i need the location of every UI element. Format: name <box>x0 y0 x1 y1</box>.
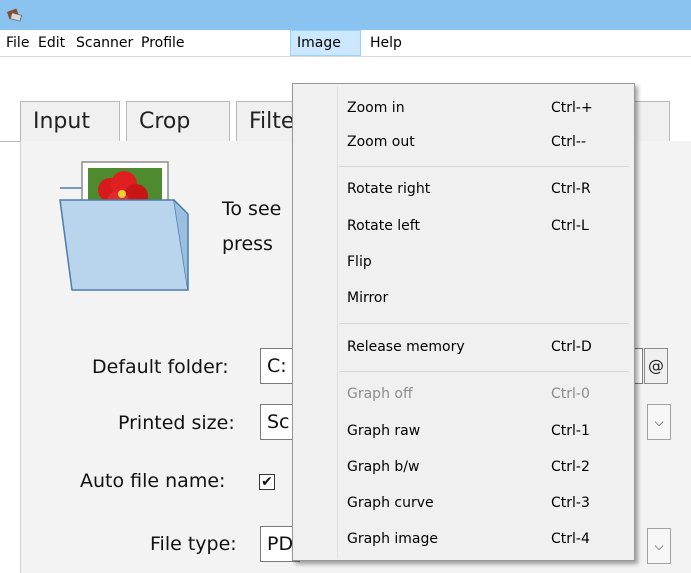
menu-item-label: Flip <box>347 254 372 270</box>
chevron-down-icon: ⌵ <box>654 539 664 553</box>
menu-graph-image[interactable]: Graph image Ctrl-4 <box>295 522 632 556</box>
folder-at-button[interactable]: @ <box>644 348 668 384</box>
menu-item-shortcut: Ctrl-L <box>551 218 589 234</box>
menu-mirror[interactable]: Mirror <box>295 281 632 315</box>
chevron-down-icon: ⌵ <box>654 415 664 429</box>
menu-item-shortcut: Ctrl-4 <box>551 531 590 547</box>
tab-input[interactable]: Input <box>20 101 120 141</box>
app-icon <box>6 8 23 22</box>
menu-file[interactable]: File <box>0 30 35 56</box>
file-type-dropdown-button[interactable]: ⌵ <box>647 528 671 564</box>
menu-separator <box>339 166 629 167</box>
menu-rotate-right[interactable]: Rotate right Ctrl-R <box>295 172 632 206</box>
file-type-label: File type: <box>150 533 237 555</box>
menu-item-shortcut: Ctrl-3 <box>551 495 590 511</box>
menu-item-label: Graph raw <box>347 423 421 439</box>
default-folder-label: Default folder: <box>92 356 229 378</box>
menu-image[interactable]: Image <box>290 30 361 56</box>
menu-item-shortcut: Ctrl-- <box>551 134 587 150</box>
menu-item-label: Release memory <box>347 339 465 355</box>
menu-item-label: Zoom out <box>347 134 415 150</box>
intro-text: To see press <box>222 198 282 255</box>
menu-item-label: Rotate left <box>347 218 420 234</box>
menu-bar: File Edit Scanner Profile Image Help <box>0 30 691 57</box>
menu-zoom-out[interactable]: Zoom out Ctrl-- <box>295 125 632 159</box>
menu-profile[interactable]: Profile <box>135 30 191 56</box>
menu-help[interactable]: Help <box>364 30 408 56</box>
menu-item-shortcut: Ctrl-0 <box>551 386 590 402</box>
menu-separator <box>339 371 629 372</box>
tab-crop[interactable]: Crop <box>126 101 230 141</box>
auto-file-name-label: Auto file name: <box>80 470 226 492</box>
tab-hidden[interactable] <box>630 101 670 141</box>
menu-graph-curve[interactable]: Graph curve Ctrl-3 <box>295 486 632 520</box>
menu-item-label: Rotate right <box>347 181 431 197</box>
menu-item-label: Zoom in <box>347 100 405 116</box>
menu-item-shortcut: Ctrl-D <box>551 339 592 355</box>
menu-separator <box>339 323 629 324</box>
menu-item-shortcut: Ctrl-1 <box>551 423 590 439</box>
auto-file-name-checkbox[interactable]: ✔ <box>259 474 275 490</box>
menu-item-label: Mirror <box>347 290 389 306</box>
menu-item-label: Graph off <box>347 386 413 402</box>
folder-photo-icon <box>59 161 189 291</box>
menu-item-shortcut: Ctrl-+ <box>551 100 593 116</box>
title-bar[interactable] <box>0 0 691 31</box>
menu-graph-off[interactable]: Graph off Ctrl-0 <box>295 377 632 411</box>
menu-flip[interactable]: Flip <box>295 245 632 279</box>
menu-release-memory[interactable]: Release memory Ctrl-D <box>295 330 632 364</box>
menu-edit[interactable]: Edit <box>32 30 71 56</box>
menu-graph-raw[interactable]: Graph raw Ctrl-1 <box>295 414 632 448</box>
menu-item-label: Graph image <box>347 531 438 547</box>
menu-item-label: Graph curve <box>347 495 434 511</box>
menu-item-shortcut: Ctrl-R <box>551 181 591 197</box>
menu-item-label: Graph b/w <box>347 459 420 475</box>
menu-item-shortcut: Ctrl-2 <box>551 459 590 475</box>
menu-scanner[interactable]: Scanner <box>70 30 139 56</box>
menu-rotate-left[interactable]: Rotate left Ctrl-L <box>295 209 632 243</box>
menu-zoom-in[interactable]: Zoom in Ctrl-+ <box>295 91 632 125</box>
printed-size-label: Printed size: <box>118 412 235 434</box>
menu-graph-bw[interactable]: Graph b/w Ctrl-2 <box>295 450 632 484</box>
printed-size-dropdown-button[interactable]: ⌵ <box>647 404 671 440</box>
image-menu-dropdown: Zoom in Ctrl-+ Zoom out Ctrl-- Rotate ri… <box>292 83 635 561</box>
